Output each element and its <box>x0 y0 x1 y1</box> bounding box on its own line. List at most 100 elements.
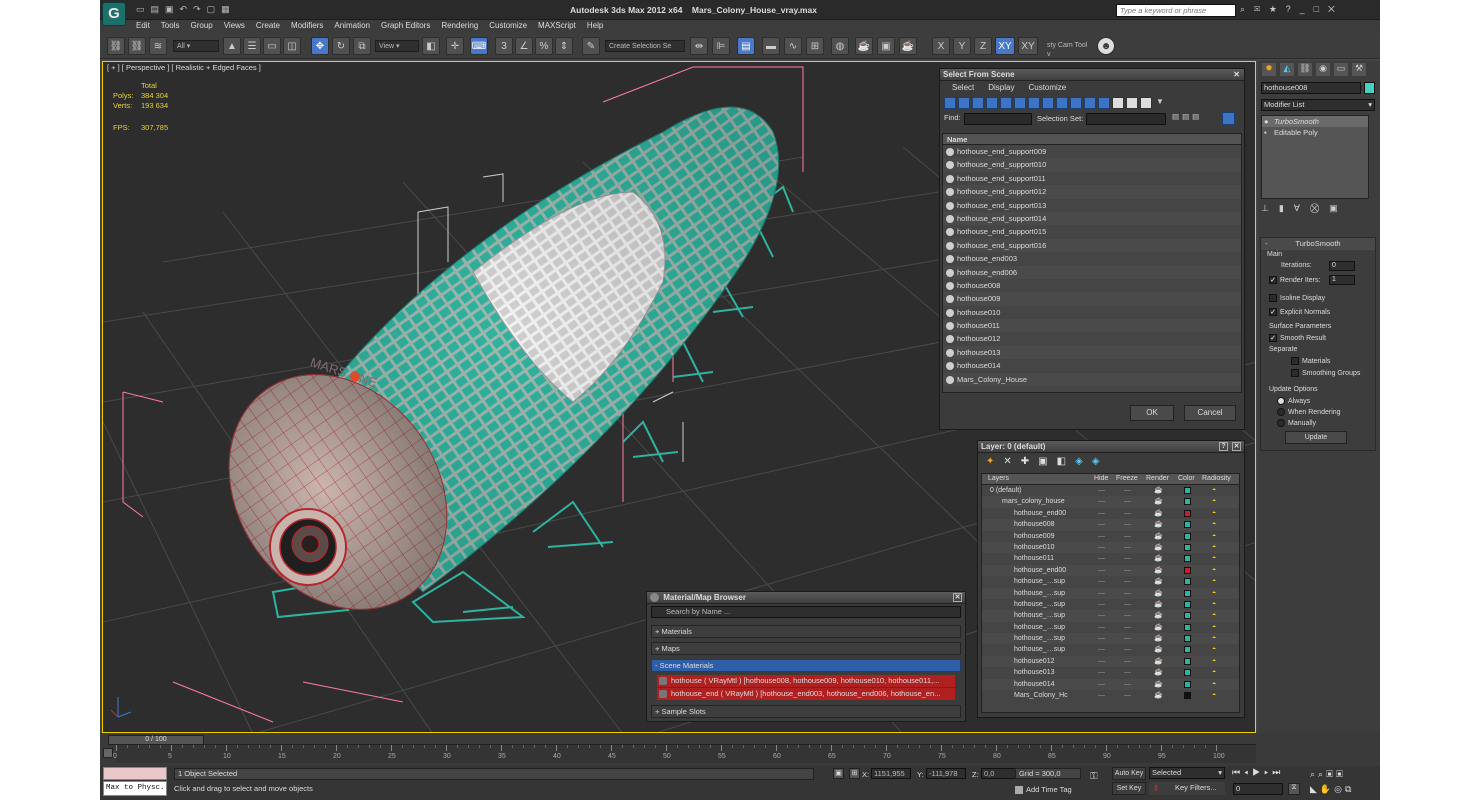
mirror-icon[interactable]: ⇹ <box>690 37 708 55</box>
layer-close-icon[interactable]: ✕ <box>1232 442 1241 451</box>
scene-material-hothouse-end[interactable]: hothouse_end ( VRayMtl ) [hothouse_end00… <box>657 688 955 700</box>
select-move-icon[interactable]: ✥ <box>311 37 329 55</box>
track-bar-icon[interactable] <box>103 748 113 758</box>
search-icon[interactable]: ⌕ <box>1240 4 1254 14</box>
selection-filter-dropdown[interactable]: All ▾ <box>173 40 219 52</box>
menu-views[interactable]: Views <box>224 21 245 30</box>
update-button[interactable]: Update <box>1285 431 1347 444</box>
y-field[interactable]: -111,978 <box>926 768 966 779</box>
scene-list-item[interactable]: hothouse009 <box>943 292 1241 306</box>
undo-icon[interactable]: ↶ <box>180 4 194 14</box>
manually-radio[interactable] <box>1277 419 1285 427</box>
scene-list-item[interactable]: hothouse008 <box>943 278 1241 293</box>
layer-hide-toggle[interactable]: — <box>1098 531 1105 542</box>
render-teapot-icon[interactable]: ☕ <box>1154 610 1163 621</box>
scene-list-item[interactable]: hothouse010 <box>943 305 1241 320</box>
layer-color-swatch[interactable] <box>1184 532 1191 540</box>
play-icon[interactable]: ▶ <box>1252 767 1264 777</box>
save-icon[interactable]: ▣ <box>165 4 180 14</box>
menu-rendering[interactable]: Rendering <box>441 21 478 30</box>
key-mode-icon[interactable]: ⚿ <box>1090 771 1098 782</box>
percent-snap-icon[interactable]: % <box>535 37 553 55</box>
material-browser-close-icon[interactable]: ✕ <box>953 593 962 602</box>
layer-row[interactable]: hothouse_…sup — — ☕ ◓ <box>982 633 1239 645</box>
scene-list-item[interactable]: hothouse_end_support016 <box>943 238 1241 253</box>
smoothing-groups-checkbox[interactable] <box>1291 369 1299 377</box>
filter-helpers-icon[interactable] <box>1000 97 1012 109</box>
subscription-icon[interactable]: ✉ <box>1254 4 1269 14</box>
layer-freeze-toggle[interactable]: — <box>1124 656 1131 667</box>
layer-hide-toggle[interactable]: — <box>1098 508 1105 519</box>
lock-selection-icon[interactable]: ▣ <box>833 768 844 779</box>
render-teapot-icon[interactable]: ☕ <box>1154 565 1163 576</box>
layer-row[interactable]: hothouse010 — — ☕ ◓ <box>982 541 1239 554</box>
iterations-spinner[interactable]: 0 <box>1329 261 1355 271</box>
materials-checkbox[interactable] <box>1291 357 1299 365</box>
app-logo-icon[interactable]: G <box>102 2 126 26</box>
reference-coord-dropdown[interactable]: View ▾ <box>375 40 419 52</box>
menu-help[interactable]: Help <box>587 21 603 30</box>
layer-hide-toggle[interactable]: — <box>1098 633 1105 644</box>
create-layer-icon[interactable]: ✦ <box>986 456 1003 467</box>
filter-hidden-icon[interactable] <box>1098 97 1110 109</box>
layer-hide-toggle[interactable]: — <box>1098 610 1105 621</box>
show-end-result-icon[interactable]: ▮ <box>1279 203 1294 213</box>
menu-tools[interactable]: Tools <box>161 21 180 30</box>
render-teapot-icon[interactable]: ☕ <box>1154 576 1163 587</box>
filter-xrefs-icon[interactable] <box>1042 97 1054 109</box>
auto-key-button[interactable]: Auto Key <box>1112 767 1146 780</box>
layer-freeze-toggle[interactable]: — <box>1124 633 1131 644</box>
layer-freeze-toggle[interactable]: — <box>1124 576 1131 587</box>
axis-z-button[interactable]: Z <box>974 37 992 55</box>
freeze-all-icon[interactable]: ◈ <box>1092 456 1109 467</box>
help-icon[interactable]: ? <box>1286 4 1300 14</box>
camera-tool-icon[interactable]: ☻ <box>1097 37 1115 55</box>
scene-object-list[interactable]: Name hothouse_end_support009 hothouse_end… <box>942 133 1242 393</box>
layer-hide-toggle[interactable]: — <box>1098 679 1105 690</box>
layer-row[interactable]: hothouse012 — — ☕ ◓ <box>982 655 1239 668</box>
render-teapot-icon[interactable]: ☕ <box>1154 633 1163 644</box>
filter-geometry-icon[interactable] <box>944 97 956 109</box>
layer-row[interactable]: hothouse_…sup — — ☕ ◓ <box>982 644 1239 656</box>
select-object-icon[interactable]: ▲ <box>223 37 241 55</box>
layer-color-swatch[interactable] <box>1184 521 1191 529</box>
select-menu-customize[interactable]: Customize <box>1028 83 1066 93</box>
curve-editor-icon[interactable]: ∿ <box>784 37 802 55</box>
layer-hide-toggle[interactable]: — <box>1098 599 1105 610</box>
layer-hide-toggle[interactable]: — <box>1098 485 1105 496</box>
radiosity-icon[interactable]: ◓ <box>1212 485 1216 496</box>
zoom-extents-icon[interactable]: ▣ <box>1326 769 1336 779</box>
radiosity-icon[interactable]: ◓ <box>1212 576 1216 587</box>
filter-shapes-icon[interactable] <box>958 97 970 109</box>
angle-snap-icon[interactable]: ∠ <box>515 37 533 55</box>
layer-row[interactable]: Mars_Colony_Hc — — ☕ ◓ <box>982 690 1239 702</box>
explicit-normals-checkbox[interactable]: ✓ <box>1269 308 1277 316</box>
radiosity-icon[interactable]: ◓ <box>1212 667 1216 678</box>
layer-color-swatch[interactable] <box>1184 623 1191 631</box>
select-rotate-icon[interactable]: ↻ <box>332 37 350 55</box>
layer-color-swatch[interactable] <box>1184 669 1191 677</box>
modify-tab-icon[interactable]: ◭ <box>1280 63 1294 76</box>
layer-row[interactable]: hothouse009 — — ☕ ◓ <box>982 530 1239 542</box>
layer-row[interactable]: hothouse011 — — ☕ ◓ <box>982 553 1239 565</box>
timeline-track[interactable] <box>116 745 1256 763</box>
rect-selection-icon[interactable]: ▭ <box>263 37 281 55</box>
selection-set-icons[interactable]: ▤▤▤ <box>1172 112 1202 121</box>
layer-freeze-toggle[interactable]: — <box>1124 599 1131 610</box>
hide-all-icon[interactable]: ◈ <box>1075 456 1092 467</box>
goto-end-icon[interactable]: ⏭ <box>1272 767 1284 777</box>
render-teapot-icon[interactable]: ☕ <box>1154 508 1163 519</box>
make-unique-icon[interactable]: ∀ <box>1294 203 1310 213</box>
layer-row[interactable]: hothouse_…sup — — ☕ ◓ <box>982 587 1239 599</box>
layer-hide-toggle[interactable]: — <box>1098 622 1105 633</box>
redo-icon[interactable]: ↷ <box>193 4 207 14</box>
radiosity-icon[interactable]: ◓ <box>1212 644 1216 655</box>
edit-named-selection-icon[interactable]: ✎ <box>582 37 600 55</box>
layer-color-swatch[interactable] <box>1184 509 1191 517</box>
select-in-layer-icon[interactable]: ▣ <box>1038 456 1056 467</box>
layer-row[interactable]: hothouse_end00 — — ☕ ◓ <box>982 564 1239 577</box>
expand-icon[interactable]: ▪ <box>1264 127 1267 138</box>
select-dialog-close-icon[interactable]: ✕ <box>1233 69 1240 81</box>
select-none-icon[interactable] <box>1126 97 1138 109</box>
ok-button[interactable]: OK <box>1130 405 1174 421</box>
